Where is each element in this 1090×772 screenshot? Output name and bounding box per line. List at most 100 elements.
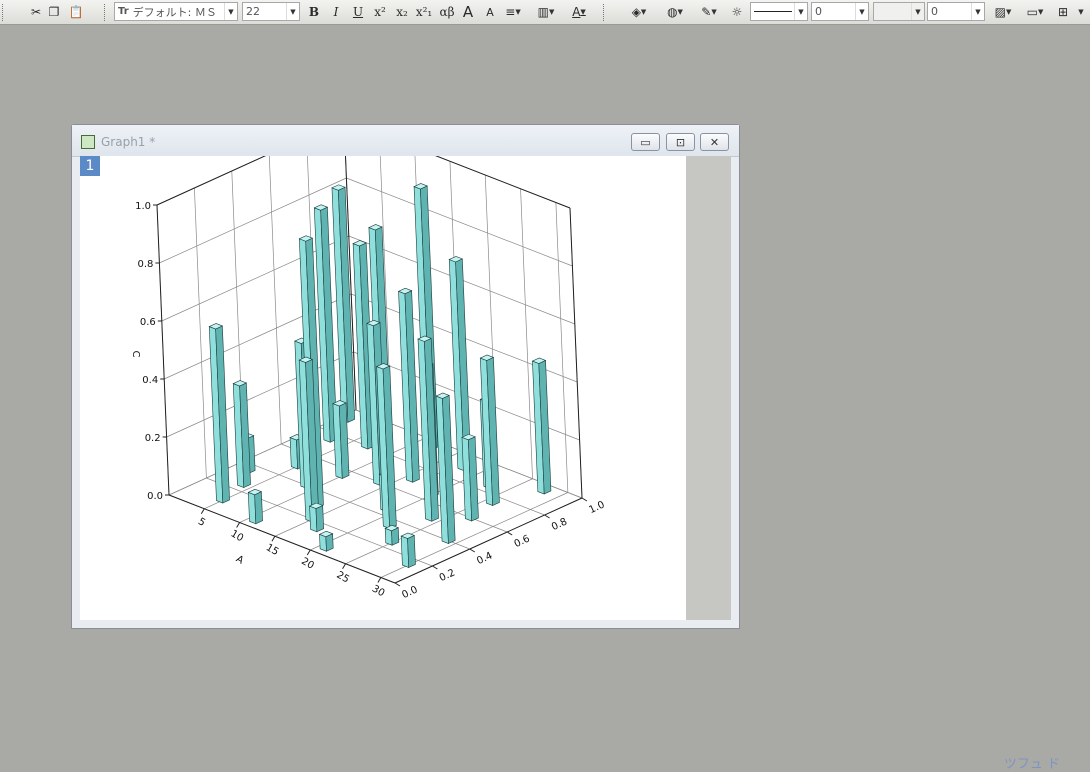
toolbar-grip[interactable] [603,4,607,21]
window-titlebar[interactable]: Graph1 * ▭ ⊡ ✕ [72,125,739,157]
graph-window-icon [81,135,95,149]
y-tick [394,582,401,587]
cut-icon[interactable]: ✂ [28,2,44,22]
maximize-button[interactable]: ⊡ [666,133,695,151]
column-icon[interactable]: ▥ ▼ [532,2,560,22]
font-size-value: 22 [246,5,260,18]
gridline [268,156,282,445]
x-tick-label: 20 [299,556,316,572]
font-type-icon: Tr [118,6,129,17]
pattern-combo[interactable]: ▼ [873,2,925,21]
z-tick-label: 0.2 [145,433,161,444]
graph-page[interactable]: 1 0.0 0.2 0.4 0.6 0.8 1.0 5 10 15 20 25 30 0.0 0.2 0.4… [80,156,686,620]
z-tick-label: 0.6 [140,317,156,328]
table-icon[interactable]: ⊞ [1054,2,1072,22]
x-tick-label: 30 [370,583,387,599]
x-axis-line [168,494,396,584]
y-tick-label: 0.6 [513,533,532,550]
y-tick-label: 0.4 [475,550,494,567]
line-style-sample [754,11,792,12]
page-margin [686,156,731,620]
fill-color-icon[interactable]: ◈ ▼ [624,2,654,22]
x-tick-label: 15 [264,542,281,558]
close-button[interactable]: ✕ [700,133,729,151]
frame-edge [156,156,267,206]
y-tick [581,497,588,502]
x-tick-label: 5 [196,516,207,529]
x-tick-label: 25 [335,570,352,586]
y-tick [432,565,438,570]
y-tick [506,531,513,536]
chevron-down-icon[interactable]: ▼ [855,3,868,20]
bar3d [397,287,420,483]
underline-button[interactable]: U [350,2,366,22]
italic-button[interactable]: I [328,2,344,22]
line-style-combo[interactable]: ▼ [750,2,808,21]
pattern-icon[interactable]: ◍ ▼ [660,2,690,22]
bar3d [461,433,479,522]
y-tick [544,514,550,519]
copy-icon[interactable]: ❐ [46,2,62,22]
y-tick-label: 1.0 [587,499,606,516]
increase-font-icon[interactable]: A [460,2,476,22]
x-tick [342,563,346,570]
bar3d [479,354,500,506]
y-tick-label: 0.8 [550,516,569,533]
pattern-width-combo[interactable]: 0 ▼ [927,2,985,21]
chevron-down-icon[interactable]: ▼ [911,3,924,20]
x-tick [200,508,205,515]
font-color-icon[interactable]: A ▼ [566,2,592,22]
toolbar-grip[interactable] [104,4,108,21]
bar3d [308,502,324,533]
z-axis-line [156,204,170,496]
format-toolbar: ✂ ❐ 📋 Tr デフォルト: ＭＳ ▼ 22 ▼ B I U x² x₂ x²… [0,0,1090,25]
subscript-button[interactable]: x₂ [394,2,410,22]
chevron-down-icon[interactable]: ▼ [286,3,299,20]
line-color-icon[interactable]: ✎ ▼ [694,2,724,22]
minimize-button[interactable]: ▭ [631,133,660,151]
frame-edge [435,156,571,209]
y-tick-label: 0.2 [438,567,457,584]
toolbar-grip[interactable] [2,4,6,21]
x-axis-title: A [234,554,246,567]
bar3d [400,532,416,568]
z-tick-label: 0.4 [142,375,158,386]
greek-button[interactable]: αβ [436,2,458,22]
gridline [194,187,207,479]
font-size-combo[interactable]: 22 ▼ [242,2,300,21]
status-text: ツフュ ド [1003,757,1060,772]
line-width-value: 0 [815,5,822,18]
x-tick [377,577,382,583]
gridline [520,188,533,479]
supersub-button[interactable]: x²₁ [416,2,432,22]
z-axis-title: C [130,351,141,358]
light-icon[interactable]: ☼ [728,2,746,22]
bar3d [232,380,251,488]
chevron-down-icon[interactable]: ▼ [224,3,237,20]
graph-window[interactable]: Graph1 * ▭ ⊡ ✕ 1 0.0 0.2 0.4 0.6 0.8 1.0 5 10 15… [71,124,740,629]
chevron-down-icon[interactable]: ▼ [971,3,984,20]
font-name-combo[interactable]: Tr デフォルト: ＭＳ ▼ [114,2,238,21]
bar3d [384,524,400,546]
align-icon[interactable]: ≡ ▼ [502,2,524,22]
superscript-button[interactable]: x² [372,2,388,22]
z-tick-label: 1.0 [135,201,151,212]
paste-icon[interactable]: 📋 [66,2,86,22]
line-width-combo[interactable]: 0 ▼ [811,2,869,21]
x-tick-label: 10 [229,528,246,544]
bold-button[interactable]: B [306,2,322,22]
pattern-width-value: 0 [931,5,938,18]
decrease-font-icon[interactable]: A [482,2,498,22]
gridline [156,156,266,206]
bar-side-face [254,491,263,525]
bar3d [247,488,263,525]
y-tick [469,548,476,553]
z-tick-label: 0.8 [137,259,153,270]
bar-side-face [315,505,324,533]
border-icon[interactable]: ▭ ▼ [1020,2,1050,22]
chevron-down-icon[interactable]: ▼ [1074,2,1088,22]
chart-3d-bar-plot: 0.0 0.2 0.4 0.6 0.8 1.0 5 10 15 20 25 30 0.0 0.2 0.4 0.… [130,156,606,601]
chevron-down-icon[interactable]: ▼ [794,3,807,20]
y-axis-line [394,497,583,584]
hatch-icon[interactable]: ▨ ▼ [990,2,1016,22]
